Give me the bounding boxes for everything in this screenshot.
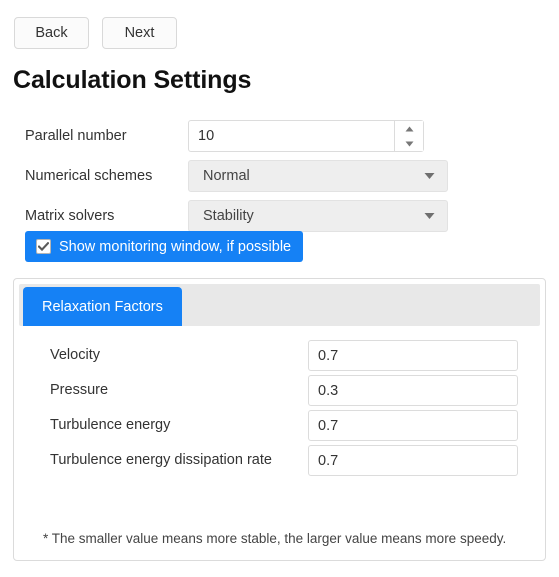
turbulence-energy-row: Turbulence energy bbox=[14, 410, 545, 441]
velocity-label: Velocity bbox=[50, 347, 100, 363]
velocity-input[interactable] bbox=[308, 340, 518, 371]
parallel-number-label: Parallel number bbox=[25, 128, 127, 144]
turbulence-energy-label: Turbulence energy bbox=[50, 417, 171, 433]
checkbox-checked-icon[interactable] bbox=[36, 239, 51, 254]
turbulence-dissipation-row: Turbulence energy dissipation rate bbox=[14, 445, 545, 476]
matrix-solvers-label: Matrix solvers bbox=[25, 208, 115, 224]
relaxation-factors-note: * The smaller value means more stable, t… bbox=[43, 531, 507, 546]
numerical-schemes-row: Numerical schemes Normal bbox=[0, 160, 559, 192]
tab-relaxation-factors[interactable]: Relaxation Factors bbox=[23, 287, 182, 326]
pressure-row: Pressure bbox=[14, 375, 545, 406]
matrix-solvers-value: Stability bbox=[203, 208, 254, 224]
numerical-schemes-label: Numerical schemes bbox=[25, 168, 153, 184]
turbulence-energy-input[interactable] bbox=[308, 410, 518, 441]
panel-body: Velocity Pressure Turbulence energy Turb… bbox=[14, 326, 545, 546]
navigation-bar: Back Next bbox=[14, 17, 177, 49]
relaxation-factors-panel: Relaxation Factors Velocity Pressure Tur… bbox=[13, 278, 546, 561]
page-title: Calculation Settings bbox=[13, 66, 252, 94]
back-button[interactable]: Back bbox=[14, 17, 89, 49]
matrix-solvers-select[interactable]: Stability bbox=[188, 200, 448, 232]
matrix-solvers-row: Matrix solvers Stability bbox=[0, 200, 559, 232]
show-monitoring-window-toggle[interactable]: Show monitoring window, if possible bbox=[25, 231, 304, 262]
velocity-row: Velocity bbox=[14, 340, 545, 371]
numerical-schemes-select[interactable]: Normal bbox=[188, 160, 448, 192]
pressure-label: Pressure bbox=[50, 382, 109, 398]
panel-tabbar: Relaxation Factors bbox=[19, 284, 540, 326]
next-button[interactable]: Next bbox=[102, 17, 177, 49]
turbulence-dissipation-input[interactable] bbox=[308, 445, 518, 476]
numerical-schemes-value: Normal bbox=[203, 168, 250, 184]
chevron-down-icon bbox=[424, 213, 435, 220]
settings-form: Parallel number Numerical schemes Normal bbox=[0, 120, 559, 240]
pressure-input[interactable] bbox=[308, 375, 518, 406]
turbulence-dissipation-label: Turbulence energy dissipation rate bbox=[50, 452, 272, 468]
chevron-down-icon bbox=[424, 173, 435, 180]
parallel-number-input[interactable] bbox=[189, 121, 394, 151]
parallel-number-row: Parallel number bbox=[0, 120, 559, 152]
stepper-up-icon[interactable] bbox=[395, 121, 423, 136]
parallel-number-field[interactable] bbox=[188, 120, 424, 152]
parallel-number-stepper[interactable] bbox=[394, 121, 423, 151]
calculation-settings-page: Back Next Calculation Settings Parallel … bbox=[0, 0, 559, 577]
stepper-down-icon[interactable] bbox=[395, 136, 423, 151]
show-monitoring-window-label: Show monitoring window, if possible bbox=[59, 238, 292, 255]
